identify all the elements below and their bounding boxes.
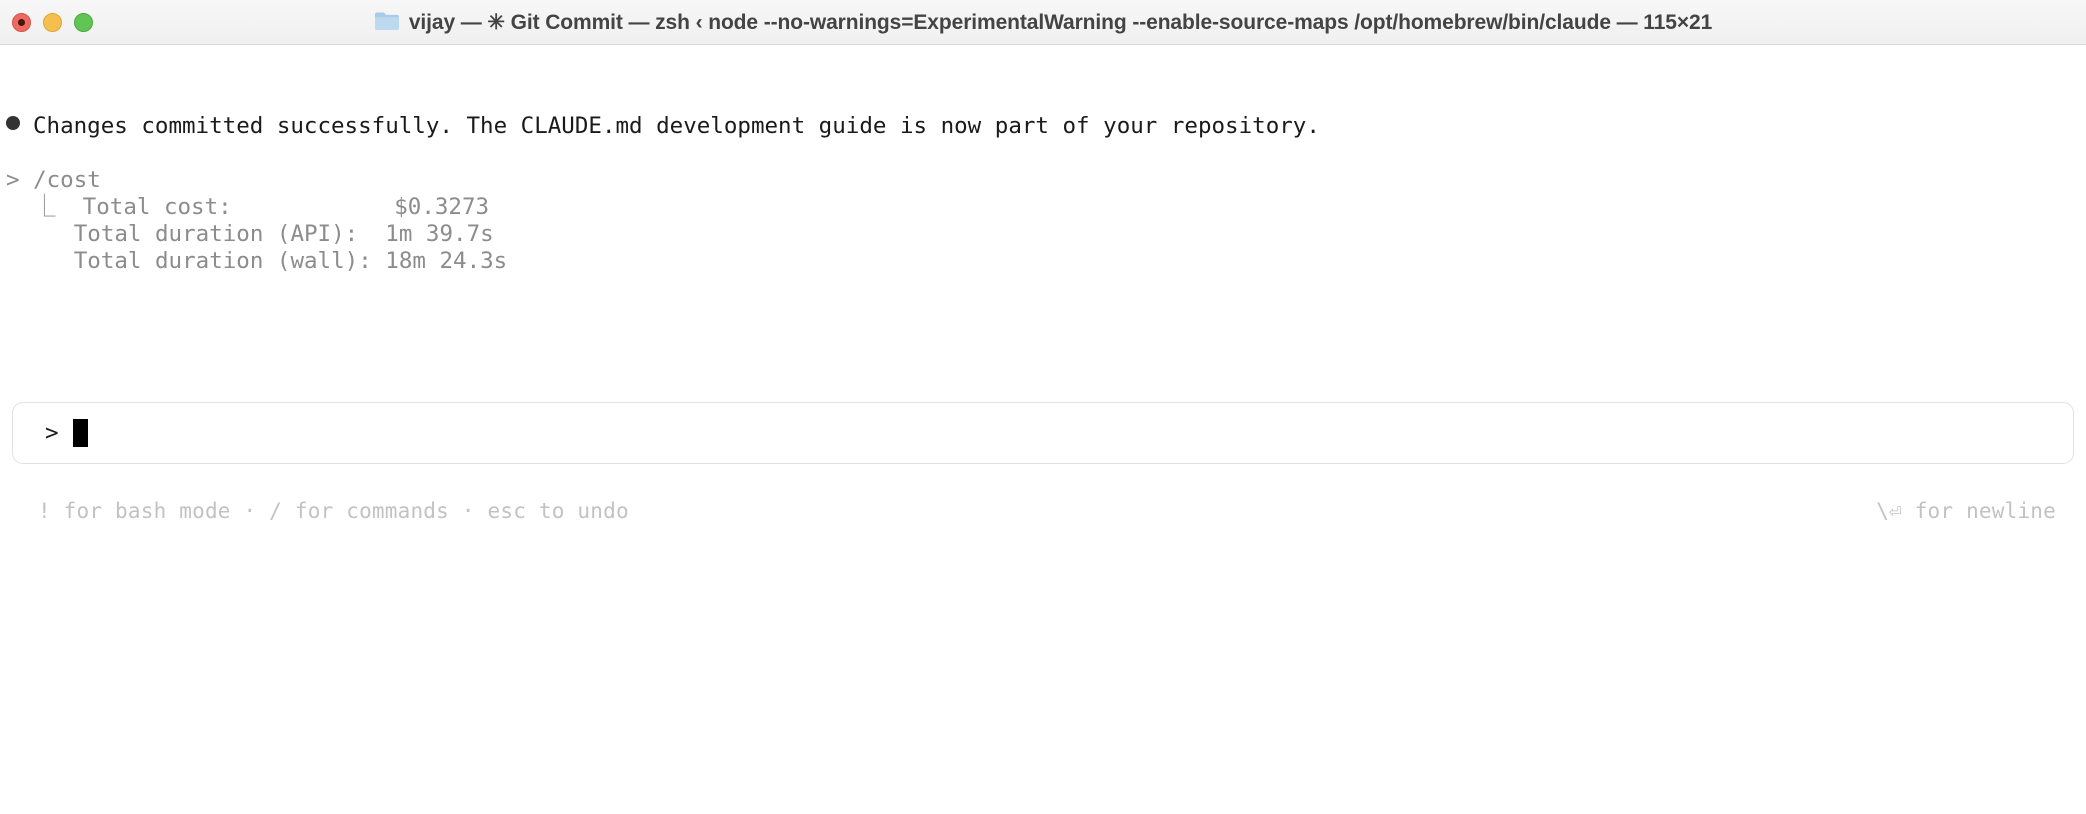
- cost-result-duration-api: Total duration (API): 1m 39.7s: [6, 221, 494, 247]
- hint-bar: ! for bash mode · / for commands · esc t…: [0, 497, 2086, 525]
- cost-result-total-cost: ⎿ Total cost: $0.3273: [6, 194, 490, 220]
- minimize-button[interactable]: [43, 12, 62, 32]
- input-prompt-caret: >: [45, 420, 59, 446]
- assistant-message-text: Changes committed successfully. The CLAU…: [33, 113, 1320, 139]
- maximize-button[interactable]: [74, 12, 93, 32]
- assistant-message-row: Changes committed successfully. The CLAU…: [6, 113, 1320, 140]
- close-button[interactable]: [12, 12, 31, 32]
- titlebar-center: vijay — ✳ Git Commit — zsh ‹ node --no-w…: [0, 0, 2086, 44]
- bullet-icon: [6, 116, 20, 130]
- text-cursor: [72, 419, 88, 447]
- window-title: vijay — ✳ Git Commit — zsh ‹ node --no-w…: [408, 10, 1713, 34]
- cost-command-text: /cost: [33, 167, 101, 193]
- cost-result-duration-wall: Total duration (wall): 18m 24.3s: [6, 248, 508, 274]
- cost-command-line: > /cost: [6, 167, 507, 194]
- hint-left: ! for bash mode · / for commands · esc t…: [38, 499, 629, 523]
- cost-command-block: > /cost ⎿ Total cost: $0.3273 Total dura…: [6, 167, 507, 275]
- hint-right: \⏎ for newline: [1876, 499, 2056, 523]
- window-titlebar: vijay — ✳ Git Commit — zsh ‹ node --no-w…: [0, 0, 2086, 45]
- cost-command-prompt: >: [6, 167, 34, 193]
- terminal-body: Changes committed successfully. The CLAU…: [0, 45, 2086, 814]
- prompt-input-box[interactable]: >: [12, 402, 2074, 464]
- window-controls: [0, 12, 93, 32]
- folder-icon: [374, 10, 400, 35]
